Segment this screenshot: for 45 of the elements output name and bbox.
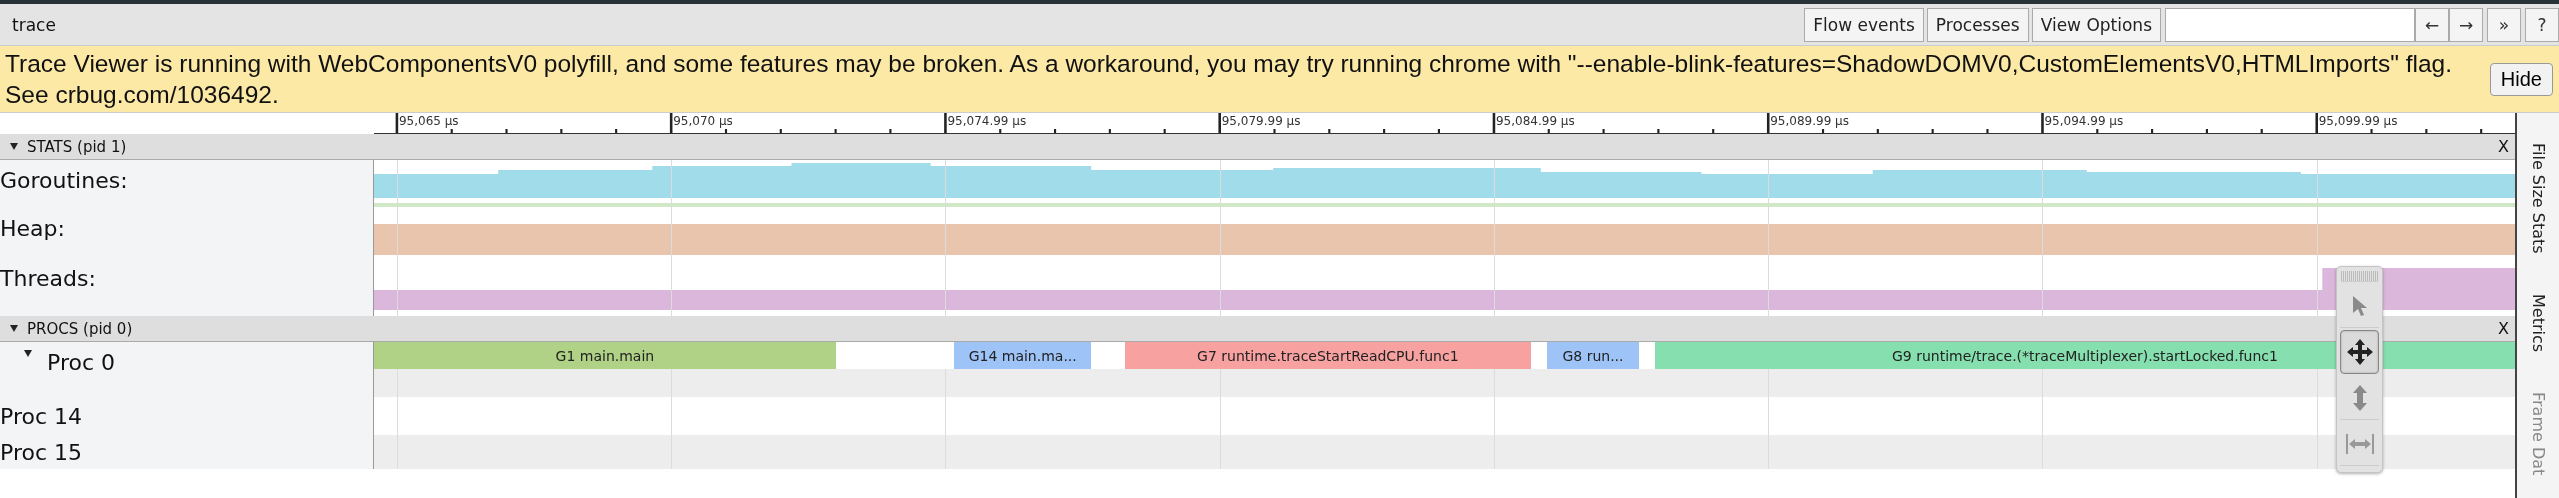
ruler-label: 95,074.99 µs (946, 114, 1027, 128)
range-arrows-icon (2344, 432, 2375, 455)
ruler-label: 95,065 µs (397, 114, 459, 128)
close-button[interactable]: X (2492, 137, 2515, 156)
drag-handle[interactable] (2341, 271, 2378, 282)
nav-button[interactable]: ← (2415, 7, 2449, 42)
toolbar-button[interactable]: View Options (2031, 7, 2161, 42)
trace-slice[interactable]: G9 runtime/trace.(*traceMultiplexer).startLocked.func1 (1654, 342, 2515, 369)
process-header[interactable]: PROCS (pid 0) (27, 319, 2493, 338)
counter-label: Threads: (0, 265, 97, 291)
hide-button[interactable]: Hide (2489, 62, 2553, 96)
toolbar-button[interactable]: Processes (1926, 7, 2029, 42)
side-tab[interactable]: File Size Stats (2528, 143, 2548, 254)
close-button[interactable]: X (2492, 319, 2515, 338)
warning-message: Trace Viewer is running with WebComponentsV0 polyfill, and some features may be broken. As a workaround, you may try running chrome with "--enable-blink-features=ShadowDOMV0,CustomElementsV0,HTMLImports" flag. See crbug.com/1036492. (5, 49, 2453, 110)
counter-label: Goroutines: (0, 167, 129, 193)
trace-slice[interactable]: G1 main.main (374, 342, 836, 369)
ruler-label: 95,089.99 µs (1769, 114, 1849, 128)
ruler-label: 95,079.99 µs (1220, 114, 1301, 128)
expand-triangle-icon[interactable] (10, 143, 18, 150)
trace-slice[interactable]: G7 runtime.traceStartReadCPU.func1 (1124, 342, 1531, 369)
thread-label: Proc 0 (47, 350, 115, 375)
window-title: trace (11, 14, 57, 35)
nav-button[interactable]: → (2449, 7, 2483, 42)
thread-label: Proc 15 (0, 439, 82, 465)
vertical-arrows-icon (2350, 383, 2369, 412)
toolbar-button[interactable]: Flow events (1804, 7, 1924, 42)
ruler-label: 95,070 µs (672, 114, 733, 128)
pointer-icon (2351, 294, 2368, 317)
ruler-label: 95,094.99 µs (2043, 114, 2124, 128)
trace-slice[interactable]: G8 run... (1547, 342, 1639, 369)
side-tab[interactable]: Metrics (2528, 293, 2548, 352)
trace-slice[interactable]: G14 main.ma... (954, 342, 1092, 369)
expand-triangle-icon[interactable] (10, 325, 18, 332)
thread-label: Proc 14 (0, 403, 82, 429)
expand-triangle-icon[interactable] (24, 350, 32, 357)
move-icon (2345, 338, 2374, 366)
counter-label: Heap: (0, 215, 66, 241)
search-field[interactable] (2165, 7, 2415, 42)
ruler-label: 95,099.99 µs (2317, 114, 2398, 128)
nav-button[interactable]: ? (2525, 7, 2559, 42)
nav-button[interactable]: » (2487, 7, 2521, 42)
mode-button[interactable] (2340, 330, 2379, 374)
ruler-label: 95,084.99 µs (1494, 114, 1575, 128)
process-header[interactable]: STATS (pid 1) (27, 137, 2493, 156)
